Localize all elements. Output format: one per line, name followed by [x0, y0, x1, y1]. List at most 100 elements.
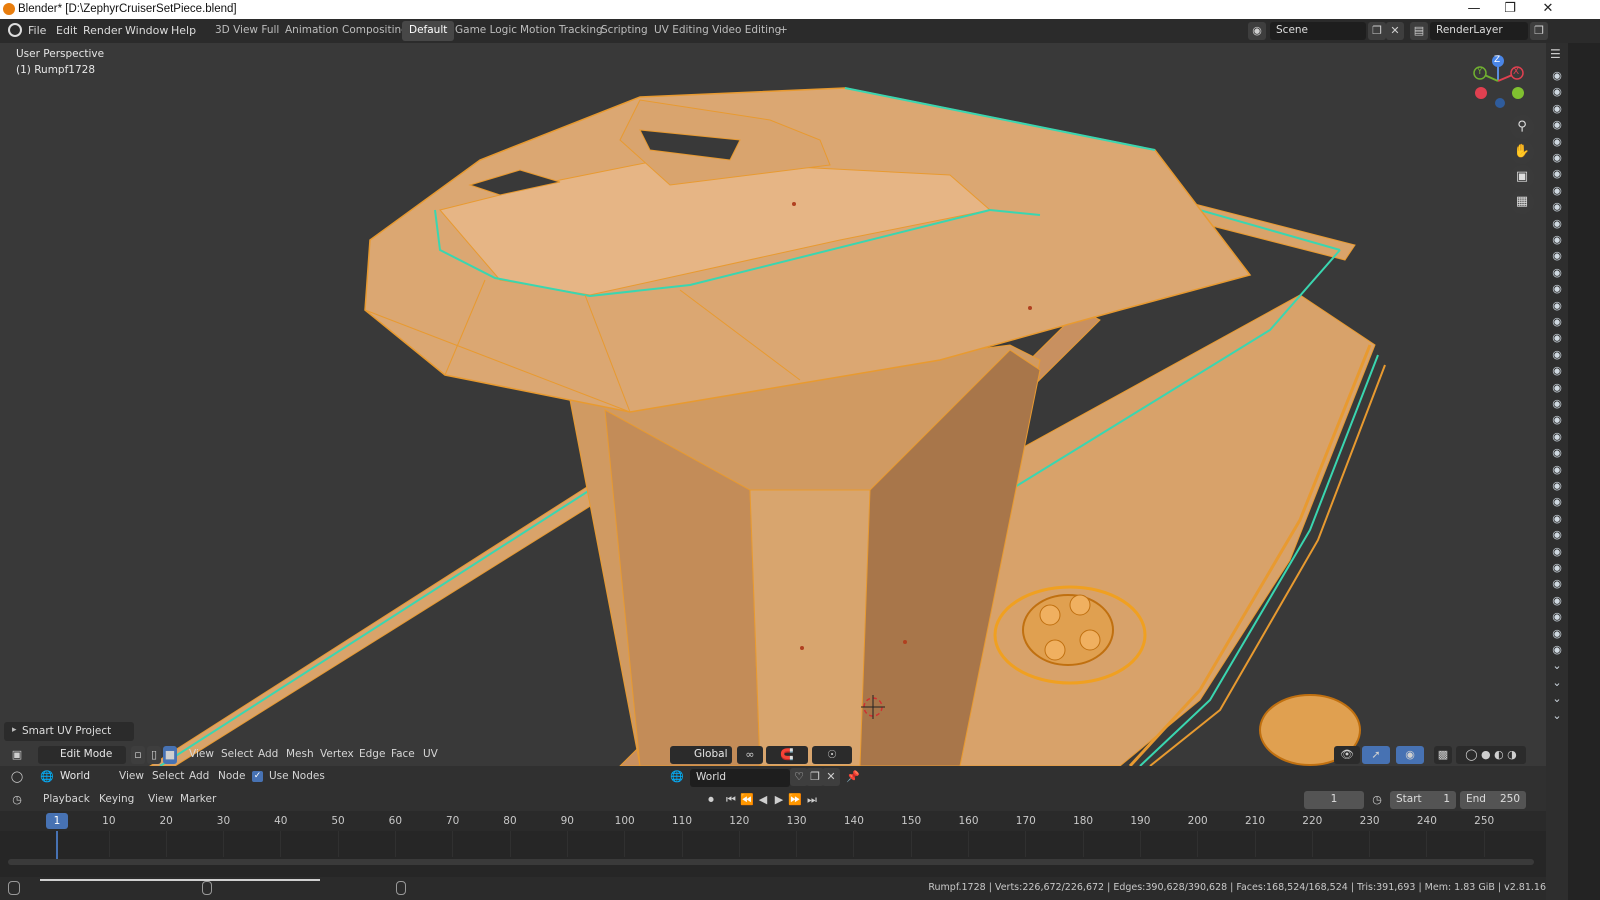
visibility-eye-icon[interactable]: ◉ [1549, 610, 1565, 623]
node-menu-select[interactable]: Select [152, 770, 184, 782]
visibility-eye-icon[interactable]: ◉ [1549, 249, 1565, 262]
view3d-menu-select[interactable]: Select [221, 748, 253, 760]
visibility-eye-icon[interactable]: ◉ [1549, 430, 1565, 443]
world-datablock-field[interactable]: World [690, 769, 790, 787]
operator-panel[interactable]: ▸ Smart UV Project [4, 722, 134, 741]
visibility-eye-icon[interactable]: ◉ [1549, 643, 1565, 656]
minimize-button[interactable]: — [1456, 0, 1492, 19]
restore-button[interactable]: ❐ [1492, 0, 1528, 19]
render-layer-field[interactable]: RenderLayer [1430, 22, 1528, 40]
unlink-world-icon[interactable]: ✕ [822, 768, 840, 786]
visibility-icon[interactable]: 👁 [1334, 746, 1360, 764]
end-frame-field[interactable]: End 250 [1460, 791, 1526, 809]
zoom-icon[interactable]: ⚲ [1510, 115, 1534, 139]
current-frame-field[interactable]: 1 [1304, 791, 1364, 809]
timeline-scrollbar[interactable] [8, 859, 1534, 865]
visibility-eye-icon[interactable]: ◉ [1549, 364, 1565, 377]
visibility-eye-icon[interactable]: ⌄ [1549, 659, 1565, 672]
menu-render[interactable]: Render [83, 24, 122, 37]
timeline-menu-view[interactable]: View [148, 793, 173, 805]
tab-default[interactable]: Default [402, 21, 455, 41]
timeline-editor-type-icon[interactable]: ◷ [8, 791, 26, 809]
tab-3d-view-full[interactable]: 3D View Full [208, 21, 286, 41]
node-menu-view[interactable]: View [119, 770, 144, 782]
visibility-eye-icon[interactable]: ◉ [1549, 151, 1565, 164]
proportional-edit-icon[interactable]: ☉ [812, 746, 852, 764]
mode-dropdown[interactable]: Edit Mode [38, 746, 126, 764]
pivot-point-icon[interactable]: ∞ [737, 746, 763, 764]
visibility-eye-icon[interactable]: ◉ [1549, 331, 1565, 344]
visibility-eye-icon[interactable]: ◉ [1549, 233, 1565, 246]
view3d-menu-mesh[interactable]: Mesh [286, 748, 314, 760]
next-keyframe-icon[interactable]: ⏩ [786, 791, 804, 809]
3d-viewport[interactable]: User Perspective (1) Rumpf1728 Z X Y ⚲ ✋… [0, 43, 1546, 766]
visibility-eye-icon[interactable]: ◉ [1549, 594, 1565, 607]
outliner-filter-icon[interactable]: ☰ [1550, 47, 1561, 61]
view3d-menu-add[interactable]: Add [258, 748, 278, 760]
scene-field[interactable]: Scene [1270, 22, 1366, 40]
timeline-menu-playback[interactable]: Playback [43, 793, 90, 805]
timeline-menu-keying[interactable]: Keying [99, 793, 134, 805]
pin-icon[interactable]: 📌 [844, 768, 862, 786]
pan-hand-icon[interactable]: ✋ [1510, 140, 1534, 164]
visibility-eye-icon[interactable]: ◉ [1549, 397, 1565, 410]
visibility-eye-icon[interactable]: ⌄ [1549, 692, 1565, 705]
visibility-eye-icon[interactable]: ◉ [1549, 135, 1565, 148]
vertex-select-icon[interactable]: ▫ [131, 746, 145, 764]
world-dropdown[interactable]: World [54, 768, 108, 786]
face-select-icon[interactable]: ■ [163, 746, 177, 764]
visibility-eye-icon[interactable]: ◉ [1549, 200, 1565, 213]
preview-range-icon[interactable]: ◷ [1368, 791, 1386, 809]
use-nodes-checkbox[interactable]: ✓ [252, 771, 263, 782]
editor-type-icon[interactable]: ▣ [8, 746, 26, 764]
overlay-toggle-icon[interactable]: ◉ [1396, 746, 1424, 764]
menu-window[interactable]: Window [125, 24, 168, 37]
visibility-eye-icon[interactable]: ◉ [1549, 69, 1565, 82]
record-icon[interactable]: ⏺ [702, 791, 720, 809]
node-editor-type-icon[interactable]: ◯ [8, 768, 26, 786]
ortho-grid-icon[interactable]: ▦ [1510, 190, 1534, 214]
visibility-eye-icon[interactable]: ◉ [1549, 167, 1565, 180]
render-layer-icon[interactable]: ▤ [1410, 22, 1428, 40]
gizmo-toggle-icon[interactable]: ➚ [1362, 746, 1390, 764]
visibility-eye-icon[interactable]: ◉ [1549, 184, 1565, 197]
visibility-eye-icon[interactable]: ◉ [1549, 479, 1565, 492]
visibility-eye-icon[interactable]: ⌄ [1549, 676, 1565, 689]
view3d-menu-view[interactable]: View [189, 748, 214, 760]
visibility-eye-icon[interactable]: ◉ [1549, 413, 1565, 426]
visibility-eye-icon[interactable]: ⌄ [1549, 709, 1565, 722]
blender-menu-icon[interactable] [8, 23, 22, 37]
visibility-eye-icon[interactable]: ◉ [1549, 446, 1565, 459]
view3d-menu-vertex[interactable]: Vertex [320, 748, 354, 760]
orientation-dropdown[interactable]: Global [670, 746, 732, 764]
new-render-layer-icon[interactable]: ❐ [1530, 22, 1548, 40]
node-menu-add[interactable]: Add [189, 770, 209, 782]
timeline-ruler[interactable]: 1 10 20 30 40 50 60 70 80 90 100 110 120 130 140 150 16… [0, 811, 1546, 831]
new-scene-icon[interactable]: ❐ [1368, 22, 1386, 40]
visibility-eye-icon[interactable]: ◉ [1549, 627, 1565, 640]
visibility-eye-icon[interactable]: ◉ [1549, 577, 1565, 590]
visibility-eye-icon[interactable]: ◉ [1549, 528, 1565, 541]
view3d-menu-uv[interactable]: UV [423, 748, 438, 760]
tab-scripting[interactable]: Scripting [594, 21, 655, 41]
view3d-menu-face[interactable]: Face [391, 748, 415, 760]
visibility-eye-icon[interactable]: ◉ [1549, 299, 1565, 312]
visibility-eye-icon[interactable]: ◉ [1549, 495, 1565, 508]
shading-modes-icon[interactable]: ◯ ● ◐ ◑ [1456, 746, 1526, 764]
navigation-gizmo[interactable]: Z X Y [1470, 53, 1526, 111]
visibility-eye-icon[interactable]: ◉ [1549, 217, 1565, 230]
close-button[interactable]: ✕ [1530, 0, 1566, 19]
visibility-eye-icon[interactable]: ◉ [1549, 118, 1565, 131]
delete-scene-icon[interactable]: ✕ [1386, 22, 1404, 40]
add-workspace-button[interactable]: + [772, 21, 795, 41]
visibility-eye-icon[interactable]: ◉ [1549, 545, 1565, 558]
playhead-frame[interactable]: 1 [46, 813, 68, 829]
menu-help[interactable]: Help [171, 24, 196, 37]
menu-file[interactable]: File [28, 24, 46, 37]
visibility-eye-icon[interactable]: ◉ [1549, 102, 1565, 115]
xray-toggle-icon[interactable]: ▩ [1434, 746, 1452, 764]
visibility-eye-icon[interactable]: ◉ [1549, 266, 1565, 279]
timeline-track-area[interactable] [0, 831, 1546, 877]
visibility-eye-icon[interactable]: ◉ [1549, 512, 1565, 525]
visibility-eye-icon[interactable]: ◉ [1549, 315, 1565, 328]
